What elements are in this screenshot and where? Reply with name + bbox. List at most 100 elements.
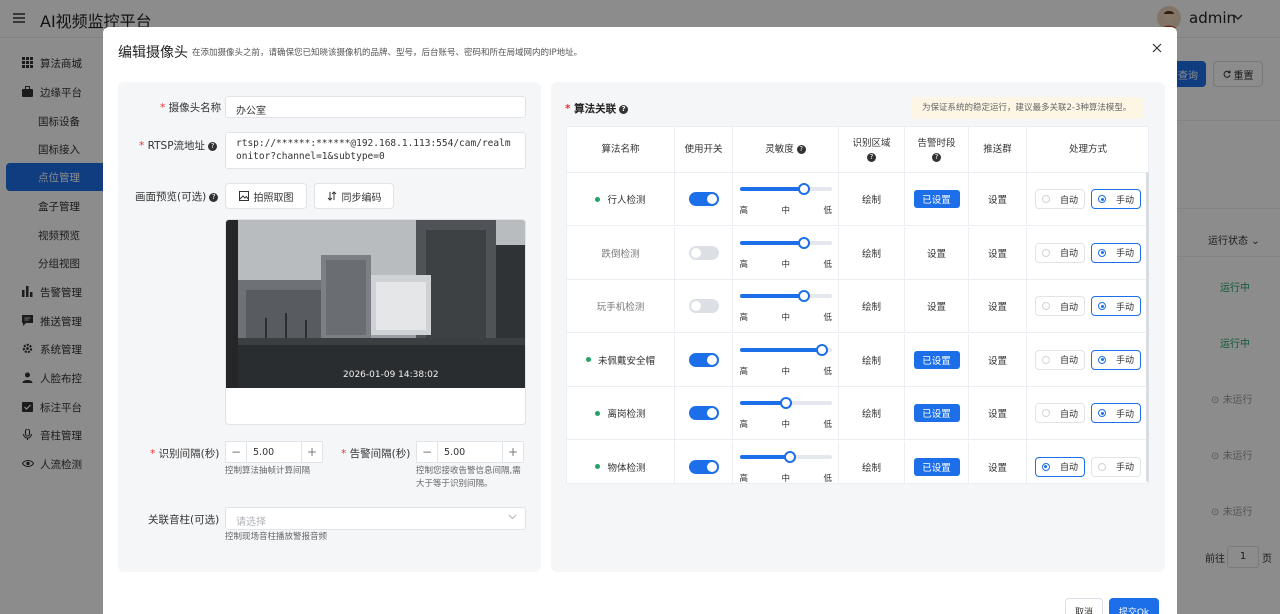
sensitivity-mid-label: 中	[781, 206, 791, 216]
draw-region-link[interactable]: 绘制	[862, 299, 881, 313]
enable-toggle[interactable]	[688, 352, 719, 367]
auto-radio[interactable]: 自动	[1034, 456, 1085, 477]
sensitivity-slider[interactable]: 高中低	[739, 449, 832, 483]
decrement-button[interactable]: −	[225, 441, 247, 463]
period-set-button[interactable]: 已设置	[913, 457, 960, 476]
manual-label: 手动	[1116, 356, 1135, 366]
interval-stepper[interactable]: − 5.00 +	[225, 441, 323, 463]
radio-circle	[1098, 409, 1106, 417]
sensitivity-header-text: 灵敏度	[765, 143, 794, 155]
draw-region-link[interactable]: 绘制	[862, 406, 881, 420]
sensitivity-slider[interactable]: 高中低	[739, 181, 832, 217]
close-icon[interactable]	[1152, 43, 1162, 53]
rtsp-url-input[interactable]: rtsp://******:******@192.168.1.113:554/c…	[225, 132, 526, 169]
period-cell: 设置	[905, 280, 969, 333]
push-cell: 设置	[969, 173, 1027, 226]
manual-radio[interactable]: 手动	[1091, 296, 1142, 316]
submit-button[interactable]: 提交Ok	[1109, 598, 1159, 614]
push-setting-link[interactable]: 设置	[988, 246, 1007, 260]
enable-toggle[interactable]	[688, 245, 719, 260]
draw-region-link[interactable]: 绘制	[862, 192, 881, 206]
table-scrollbar[interactable]	[1146, 172, 1149, 482]
auto-radio[interactable]: 自动	[1034, 296, 1085, 316]
auto-label: 自动	[1059, 195, 1078, 206]
algorithm-name: 物体检测	[607, 462, 646, 474]
draw-region-link[interactable]: 绘制	[862, 460, 881, 474]
increment-button[interactable]: +	[502, 441, 524, 463]
push-cell: 设置	[969, 226, 1027, 280]
sync-encoding-button[interactable]: 同步编码	[314, 183, 394, 209]
interval-value[interactable]: 5.00	[247, 441, 301, 463]
sensitivity-low-label: 低	[823, 313, 833, 323]
region-cell: 绘制	[839, 173, 905, 226]
switch-cell	[675, 173, 733, 226]
auto-radio[interactable]: 自动	[1034, 349, 1085, 370]
active-dot	[595, 410, 601, 416]
region-cell: 绘制	[839, 440, 905, 483]
slider-knob[interactable]	[797, 183, 810, 195]
sensitivity-mid-label: 中	[781, 259, 791, 270]
enable-toggle[interactable]	[688, 299, 719, 313]
enable-toggle[interactable]	[688, 459, 719, 474]
slider-knob[interactable]	[816, 343, 829, 356]
push-setting-link[interactable]: 设置	[988, 460, 1007, 474]
interval-label-text: 识别间隔(秒)	[158, 448, 220, 460]
manual-radio[interactable]: 手动	[1091, 349, 1142, 370]
auto-radio[interactable]: 自动	[1034, 242, 1085, 263]
sensitivity-slider[interactable]: 高中低	[739, 235, 832, 271]
active-dot	[595, 196, 601, 202]
slider-knob[interactable]	[797, 236, 810, 249]
radio-circle	[1098, 302, 1106, 310]
camera-name-input[interactable]: 办公室	[225, 96, 526, 118]
period-set-link[interactable]: 设置	[927, 299, 946, 313]
push-setting-link[interactable]: 设置	[988, 299, 1007, 313]
help-icon[interactable]: ?	[932, 152, 941, 162]
switch-cell	[675, 440, 733, 483]
sensitivity-slider[interactable]: 高中低	[739, 395, 832, 431]
manual-radio[interactable]: 手动	[1091, 456, 1142, 477]
algorithm-name: 行人检测	[607, 195, 646, 206]
auto-radio[interactable]: 自动	[1034, 403, 1085, 423]
slider-knob[interactable]	[779, 397, 792, 409]
manual-radio[interactable]: 手动	[1091, 189, 1142, 209]
slider-knob[interactable]	[784, 450, 797, 463]
period-set-button[interactable]: 已设置	[913, 190, 960, 208]
help-icon[interactable]: ?	[208, 142, 218, 151]
algorithm-name-cell: 行人检测	[567, 173, 675, 226]
sensitivity-slider[interactable]: 高中低	[739, 288, 833, 324]
auto-radio[interactable]: 自动	[1034, 189, 1085, 209]
help-icon[interactable]: ?	[867, 152, 876, 162]
slider-knob[interactable]	[797, 290, 810, 302]
handling-cell: 自动 手动	[1027, 280, 1148, 333]
enable-toggle[interactable]	[688, 192, 719, 206]
image-icon	[238, 191, 249, 201]
draw-region-link[interactable]: 绘制	[862, 246, 881, 260]
period-set-link[interactable]: 设置	[927, 246, 946, 260]
push-setting-link[interactable]: 设置	[988, 192, 1007, 206]
alarm-interval-stepper[interactable]: − 5.00 +	[416, 441, 524, 463]
edit-camera-dialog: 编辑摄像头 在添加摄像头之前，请确保您已知晓该摄像机的品牌、型号，后台账号、密码…	[103, 27, 1177, 614]
enable-toggle[interactable]	[688, 406, 719, 420]
period-set-button[interactable]: 已设置	[913, 404, 960, 422]
sensitivity-slider[interactable]: 高中低	[739, 342, 832, 378]
cancel-button[interactable]: 取消	[1065, 598, 1103, 614]
push-setting-link[interactable]: 设置	[988, 353, 1007, 367]
help-icon[interactable]: ?	[619, 105, 629, 114]
decrement-button[interactable]: −	[416, 441, 438, 463]
toggle-knob	[690, 247, 701, 258]
manual-radio[interactable]: 手动	[1091, 403, 1142, 423]
algorithm-table: 算法名称 使用开关 灵敏度? 识别区域? 告警时段? 推送群 处理方式 行人检测…	[566, 126, 1149, 484]
manual-radio[interactable]: 手动	[1091, 242, 1142, 263]
draw-region-link[interactable]: 绘制	[862, 353, 881, 367]
radio-circle	[1041, 248, 1050, 257]
push-setting-link[interactable]: 设置	[988, 406, 1007, 420]
help-icon[interactable]: ?	[796, 145, 806, 154]
speaker-select[interactable]: 请选择	[225, 507, 526, 530]
alarm-interval-label: * 告警间隔(秒)	[341, 448, 411, 460]
increment-button[interactable]: +	[301, 441, 323, 463]
name-label-text: 摄像头名称	[168, 102, 222, 114]
snapshot-button[interactable]: 拍照取图	[225, 183, 307, 209]
help-icon[interactable]: ?	[209, 193, 219, 202]
alarm-interval-value[interactable]: 5.00	[438, 441, 502, 463]
period-set-button[interactable]: 已设置	[913, 350, 960, 369]
